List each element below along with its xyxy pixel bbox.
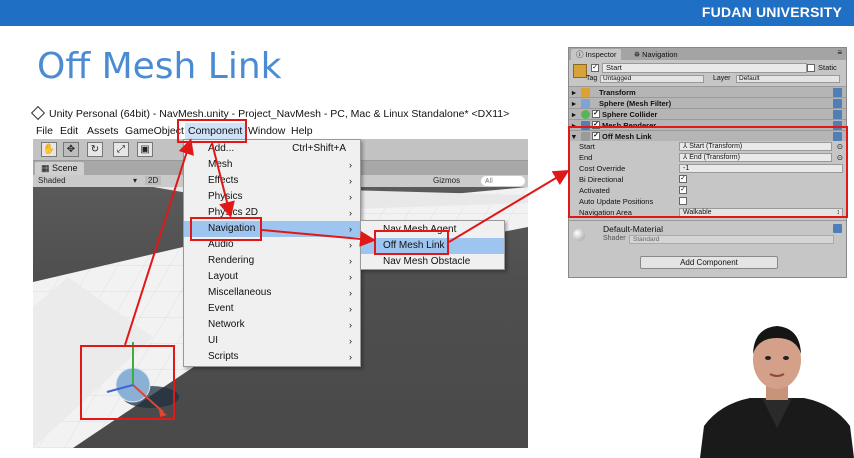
presenter-image — [700, 326, 854, 458]
